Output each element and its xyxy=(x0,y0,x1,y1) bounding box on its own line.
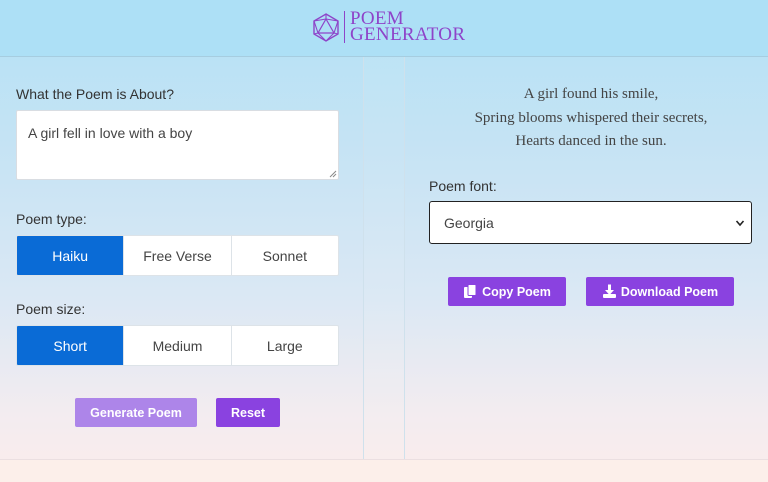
download-icon xyxy=(602,284,616,298)
logo-line-2: GENERATOR xyxy=(350,24,466,45)
app-header: POEM GENERATOR xyxy=(0,0,768,57)
logo[interactable]: POEM GENERATOR xyxy=(311,9,465,45)
footer-strip xyxy=(0,459,768,482)
poem-size-selector: Short Medium Large xyxy=(16,325,339,366)
poem-size-medium[interactable]: Medium xyxy=(124,326,232,365)
copy-icon xyxy=(464,284,477,298)
poem-type-haiku[interactable]: Haiku xyxy=(17,236,125,275)
generate-poem-button[interactable]: Generate Poem xyxy=(75,398,197,427)
poem-topic-textarea[interactable] xyxy=(16,110,339,180)
poem-size-label: Poem size: xyxy=(16,301,86,317)
poem-type-selector: Haiku Free Verse Sonnet xyxy=(16,235,339,276)
poem-type-sonnet[interactable]: Sonnet xyxy=(231,236,338,275)
reset-button[interactable]: Reset xyxy=(216,398,280,427)
about-label: What the Poem is About? xyxy=(16,86,174,102)
download-poem-label: Download Poem xyxy=(620,284,719,299)
poem-size-short[interactable]: Short xyxy=(17,326,125,365)
logo-text: POEM GENERATOR xyxy=(344,9,466,45)
poem-output: A girl found his smile, Spring blooms wh… xyxy=(405,83,768,154)
poem-font-select[interactable]: Georgia xyxy=(429,201,752,244)
poem-line: A girl found his smile, xyxy=(523,86,659,102)
poem-type-label: Poem type: xyxy=(16,211,87,227)
chevron-down-icon xyxy=(735,220,745,227)
column-gap xyxy=(363,57,405,460)
polyhedron-logo-icon xyxy=(313,13,339,42)
poem-font-value: Georgia xyxy=(444,214,494,231)
resize-grip-icon[interactable] xyxy=(329,170,337,178)
copy-poem-button[interactable]: Copy Poem xyxy=(448,277,566,306)
download-poem-button[interactable]: Download Poem xyxy=(586,277,734,306)
poem-size-large[interactable]: Large xyxy=(231,326,338,365)
copy-poem-label: Copy Poem xyxy=(482,284,551,299)
poem-font-label: Poem font: xyxy=(429,178,497,194)
poem-line: Spring blooms whispered their secrets, xyxy=(474,109,708,126)
poem-line: Hearts danced in the sun. xyxy=(515,133,667,149)
poem-type-free-verse[interactable]: Free Verse xyxy=(124,236,232,275)
